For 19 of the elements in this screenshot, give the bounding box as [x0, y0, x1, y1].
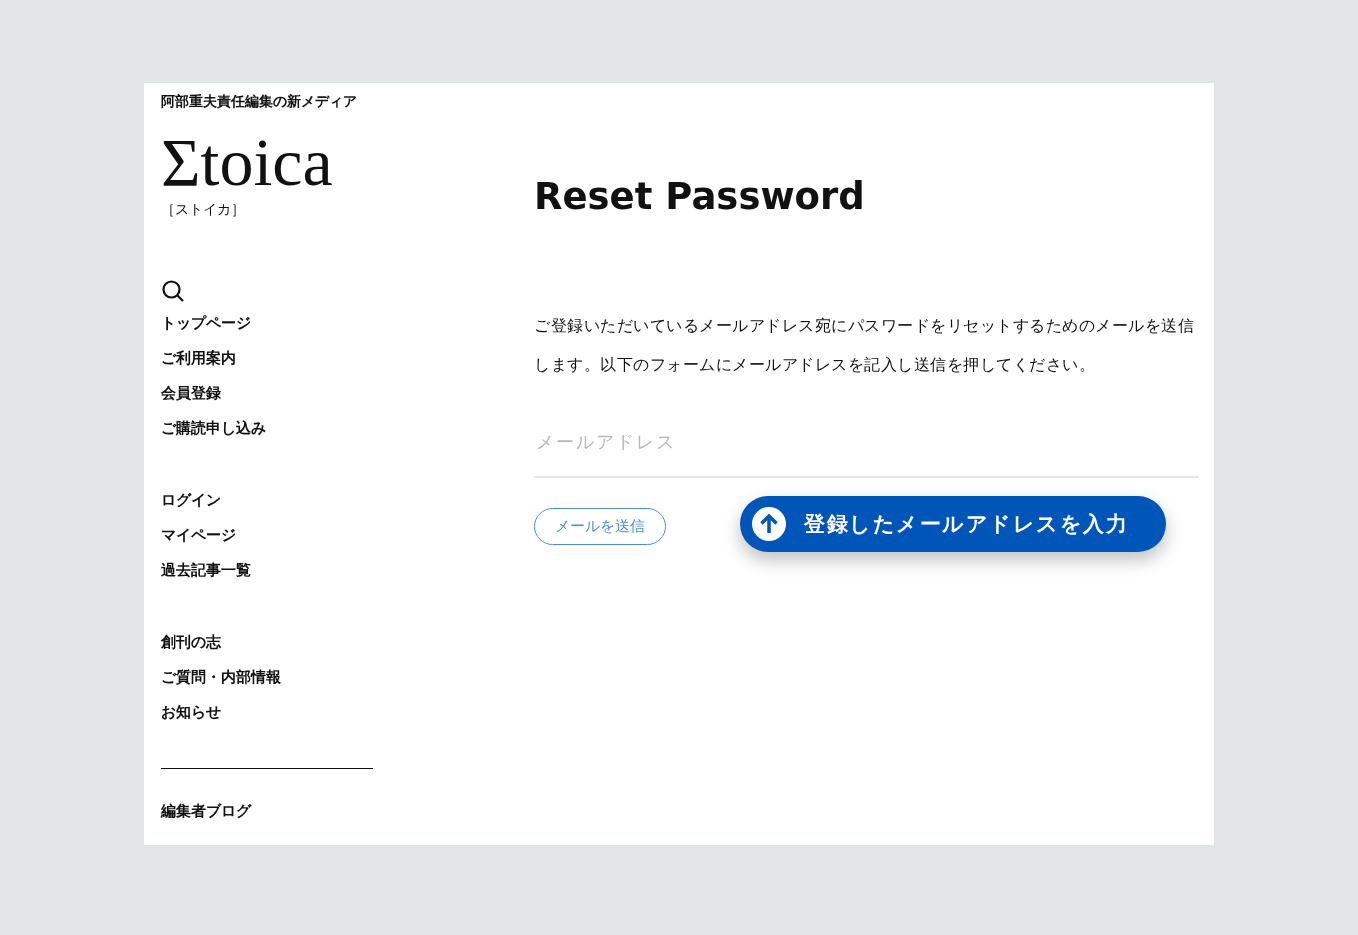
page-title: Reset Password: [534, 175, 865, 218]
nav-link[interactable]: 編集者ブログ: [161, 801, 251, 822]
nav-link[interactable]: ログイン: [161, 490, 221, 511]
search-icon[interactable]: [161, 279, 185, 303]
site-logo[interactable]: Σtoica: [161, 127, 333, 197]
callout-text: 登録したメールアドレスを入力: [804, 511, 1128, 538]
nav-link[interactable]: トップページ: [161, 313, 251, 334]
nav-link[interactable]: 会員登録: [161, 383, 221, 404]
nav-link[interactable]: 創刊の志: [161, 632, 221, 653]
nav-link[interactable]: お知らせ: [161, 702, 221, 723]
nav-link[interactable]: マイページ: [161, 525, 236, 546]
nav-link[interactable]: ご利用案内: [161, 348, 236, 369]
send-email-button[interactable]: メールを送信: [534, 507, 666, 545]
nav-link[interactable]: 過去記事一覧: [161, 560, 251, 581]
logo-reading: ［ストイカ］: [161, 201, 245, 219]
tagline: 阿部重夫責任編集の新メディア: [161, 93, 358, 111]
nav-link[interactable]: ご質問・内部情報: [161, 667, 281, 688]
nav-link[interactable]: ご購読申し込み: [161, 418, 266, 439]
description-text: ご登録いただいているメールアドレス宛にパスワードをリセットするためのメールを送信します。以下のフォームにメールアドレスを記入し送信を押してください。: [534, 315, 1195, 376]
